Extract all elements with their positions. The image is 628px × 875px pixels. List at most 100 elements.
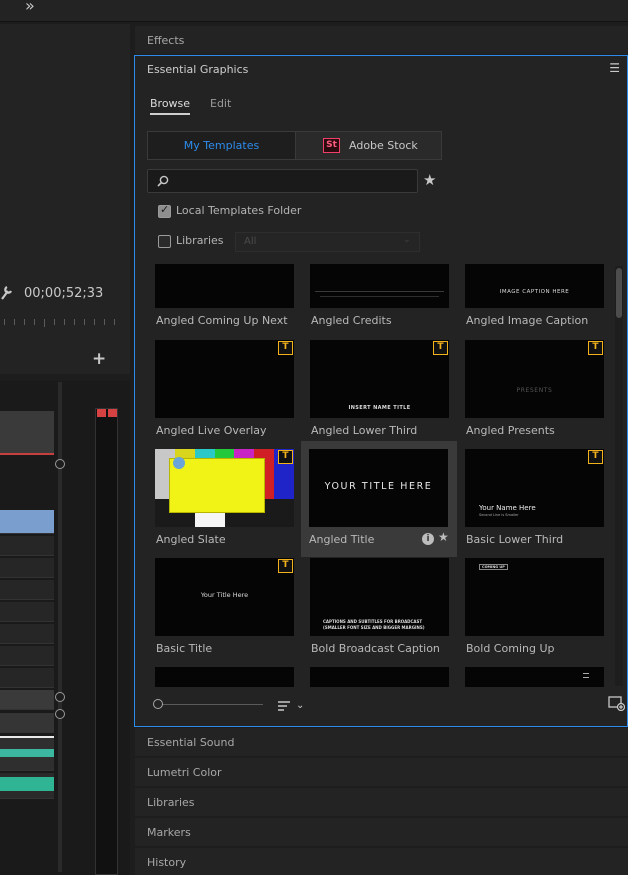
add-icon[interactable]: + — [92, 349, 106, 369]
search-icon — [157, 175, 169, 187]
template-card-selected[interactable]: YOUR TITLE HERE Angled Title i ★ — [301, 441, 457, 557]
local-templates-label: Local Templates Folder — [176, 204, 302, 217]
template-thumbnail: YOUR TITLE HERE — [309, 449, 448, 527]
track-row — [0, 624, 54, 644]
wrench-icon[interactable] — [0, 285, 12, 301]
panel-markers[interactable]: Markers — [135, 818, 628, 846]
playhead-timecode[interactable]: 00;00;52;33 — [24, 286, 103, 301]
text-template-icon: T — [278, 341, 293, 355]
new-layer-icon[interactable] — [608, 696, 625, 711]
track-row — [0, 668, 54, 688]
template-name: Angled Live Overlay — [156, 424, 267, 437]
template-card[interactable]: T Your Name Here Second Line is Smaller … — [465, 449, 613, 558]
template-card[interactable]: CAPTIONS AND SUBTITLES FOR BROADCAST (SM… — [310, 558, 458, 667]
template-thumbnail — [310, 667, 449, 687]
template-card[interactable]: T PRESENTS Angled Presents — [465, 340, 613, 449]
libraries-label: Libraries — [176, 234, 224, 247]
track-row — [0, 558, 54, 578]
template-thumbnail — [155, 264, 294, 308]
track-scrollbar[interactable] — [58, 382, 62, 872]
template-thumbnail: T — [155, 449, 294, 527]
search-field[interactable] — [147, 169, 418, 193]
adobe-stock-label: Adobe Stock — [349, 139, 418, 152]
tab-browse[interactable]: Browse — [150, 97, 191, 115]
time-ruler[interactable] — [0, 319, 118, 329]
chevron-down-icon: ⌄ — [402, 234, 411, 245]
track-row — [0, 646, 54, 666]
template-card[interactable]: COMING UP Bold Coming Up — [465, 558, 613, 667]
template-name: Angled Coming Up Next — [156, 314, 288, 327]
track-clip-selected[interactable] — [0, 510, 54, 534]
tab-edit[interactable]: Edit — [210, 97, 231, 110]
text-template-icon: T — [588, 341, 603, 355]
template-name: Bold Broadcast Caption — [311, 642, 440, 655]
essential-graphics-panel: Essential Graphics ☰ Browse Edit My Temp… — [134, 55, 628, 727]
peak-indicator — [97, 409, 106, 417]
template-thumbnail: T Your Title Here — [155, 558, 294, 636]
template-card[interactable] — [310, 667, 458, 687]
peak-indicator — [108, 409, 117, 417]
text-template-icon: T — [278, 559, 293, 573]
panel-title: Essential Graphics — [147, 63, 249, 76]
template-card[interactable]: T Your Title Here Basic Title — [155, 558, 303, 667]
template-name: Angled Presents — [466, 424, 555, 437]
favorites-star-icon[interactable]: ★ — [423, 171, 436, 189]
thumbnail-size-slider[interactable] — [160, 704, 263, 705]
panel-lumetri-color[interactable]: Lumetri Color — [135, 758, 628, 786]
scroll-handle[interactable] — [55, 692, 65, 702]
panel-libraries[interactable]: Libraries — [135, 788, 628, 816]
template-card[interactable] — [155, 667, 303, 687]
template-thumbnail: T PRESENTS — [465, 340, 604, 418]
template-thumbnail — [465, 667, 604, 687]
favorite-star-icon[interactable]: ★ — [438, 530, 449, 544]
audio-meter — [95, 408, 118, 875]
template-name: Angled Credits — [311, 314, 392, 327]
libraries-checkbox[interactable] — [158, 235, 171, 248]
text-template-icon: T — [588, 450, 603, 464]
audio-clip[interactable] — [0, 736, 54, 771]
template-source-toggle: My Templates St Adobe Stock — [147, 131, 442, 160]
info-icon[interactable]: i — [422, 533, 434, 545]
panel-essential-sound[interactable]: Essential Sound — [135, 728, 628, 756]
template-card[interactable] — [465, 667, 613, 687]
adobe-stock-icon: St — [323, 138, 340, 153]
template-name: Angled Slate — [156, 533, 226, 546]
libraries-dropdown[interactable]: All ⌄ — [235, 232, 420, 252]
text-template-icon: T — [433, 341, 448, 355]
track-row — [0, 602, 54, 622]
panel-menu-icon[interactable]: ☰ — [609, 61, 620, 75]
text-template-icon: T — [278, 450, 293, 464]
track-clip[interactable] — [0, 411, 54, 455]
grid-scrollbar[interactable] — [615, 266, 623, 686]
search-input[interactable] — [176, 173, 411, 189]
timeline-area: 00;00;52;33 + — [0, 22, 133, 875]
track-row — [0, 580, 54, 600]
template-card[interactable]: T INSERT NAME TITLE Angled Lower Third — [310, 340, 458, 449]
template-thumbnail: T Your Name Here Second Line is Smaller — [465, 449, 604, 527]
template-name: Bold Coming Up — [466, 642, 555, 655]
template-thumbnail: CAPTIONS AND SUBTITLES FOR BROADCAST (SM… — [310, 558, 449, 636]
template-thumbnail: T — [155, 340, 294, 418]
track-row — [0, 690, 54, 710]
scroll-handle[interactable] — [55, 459, 65, 469]
template-card[interactable]: T Angled Live Overlay — [155, 340, 303, 449]
local-templates-checkbox[interactable]: ✓ — [158, 203, 171, 218]
sort-icon[interactable] — [277, 700, 291, 712]
template-card[interactable]: T Angled Slate — [155, 449, 303, 558]
adobe-stock-button[interactable]: St Adobe Stock — [295, 132, 441, 159]
top-toolbar: » — [0, 0, 628, 22]
slider-handle[interactable] — [153, 699, 163, 709]
double-chevron-icon[interactable]: » — [25, 0, 35, 15]
chevron-down-icon[interactable]: ⌄ — [296, 700, 304, 711]
panel-effects[interactable]: Effects — [135, 26, 628, 54]
scroll-handle[interactable] — [55, 709, 65, 719]
scroll-thumb[interactable] — [616, 268, 622, 318]
template-name: Angled Title — [309, 533, 375, 546]
template-thumbnail: T INSERT NAME TITLE — [310, 340, 449, 418]
template-thumbnail: IMAGE CAPTION HERE — [465, 264, 604, 308]
my-templates-button[interactable]: My Templates — [148, 132, 295, 159]
template-grid: Angled Coming Up Next Angled Credits IMA… — [155, 264, 615, 687]
audio-clip[interactable] — [0, 773, 54, 799]
panel-history[interactable]: History — [135, 848, 628, 875]
template-name: Angled Lower Third — [311, 424, 418, 437]
